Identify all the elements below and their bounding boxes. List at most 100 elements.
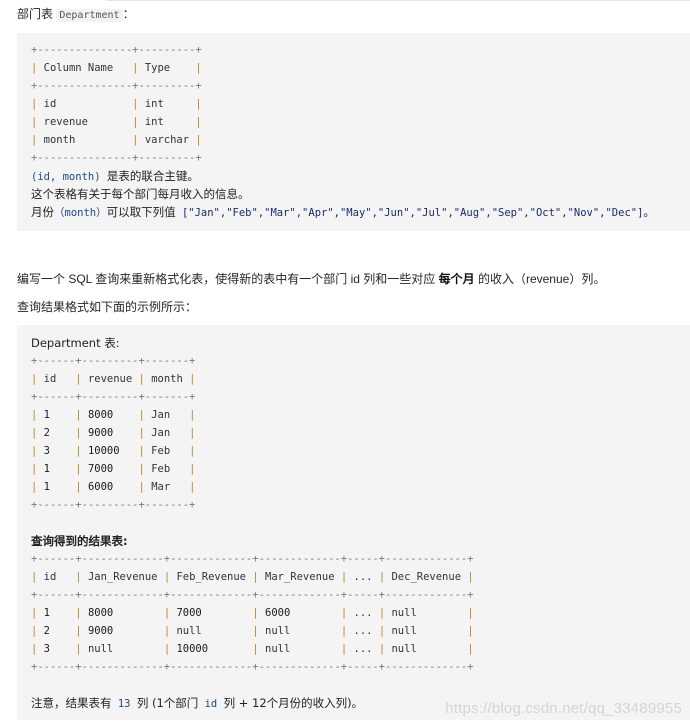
output-row: | 2 | 9000 | null | null | ... | null | — [31, 625, 474, 637]
output-cell: ... — [353, 625, 373, 637]
output-cell: null — [265, 625, 291, 637]
schema-border-bottom: +---------------+---------+ — [31, 152, 202, 164]
input-cell: 3 — [43, 445, 50, 457]
task-text-before: 编写一个 SQL 查询来重新格式化表，使得新的表中有一个部门 id 列和一些对应 — [17, 272, 436, 286]
example-output-title-text: 查询得到的结果表: — [31, 534, 128, 548]
output-cell: null — [87, 643, 114, 655]
input-header-cell: month — [151, 373, 183, 385]
example-code-block: Department 表: +------+---------+-------+… — [17, 325, 690, 720]
column-count-note: 注意，结果表有 13 列 (1个部门 id 列 + 12个月份的收入列)。 — [31, 694, 363, 712]
output-cell: 1 — [43, 607, 50, 619]
output-border-top: +------+-------------+-------------+----… — [31, 553, 474, 565]
input-cell: Jan — [151, 409, 171, 421]
input-cell: 10000 — [87, 445, 120, 457]
schema-header-col2: Type — [144, 62, 171, 74]
output-header-row: | id | Jan_Revenue | Feb_Revenue | Mar_R… — [31, 571, 474, 583]
output-cell: null — [391, 607, 417, 619]
schema-cell: int — [144, 116, 164, 128]
input-cell: 8000 — [87, 409, 114, 421]
input-cell: 1 — [43, 481, 50, 493]
month-end: 。 — [643, 205, 655, 219]
schema-cell: revenue — [43, 116, 88, 128]
input-cell: 1 — [43, 409, 50, 421]
schema-row: | revenue | int | — [31, 116, 202, 128]
table-name-code: Department — [56, 9, 123, 22]
input-row: | 3 | 10000 | Feb | — [31, 445, 196, 457]
output-cell: null — [391, 643, 417, 655]
input-row: | 2 | 9000 | Jan | — [31, 427, 196, 439]
schema-border-mid: +---------------+---------+ — [31, 80, 202, 92]
note-count: 13 — [117, 698, 131, 710]
output-row: | 1 | 8000 | 7000 | 6000 | ... | null | — [31, 607, 474, 619]
top-divider — [106, 0, 690, 1]
month-text: 可以取下列值 — [106, 205, 176, 219]
month-label: 月份 — [31, 205, 54, 219]
input-row: | 1 | 7000 | Feb | — [31, 463, 196, 475]
input-cell: 6000 — [87, 481, 114, 493]
input-row: | 1 | 8000 | Jan | — [31, 409, 196, 421]
output-cell: ... — [353, 643, 373, 655]
output-cell: 7000 — [176, 607, 202, 619]
output-header-cell: Feb_Revenue — [176, 571, 247, 583]
schema-border-top: +---------------+---------+ — [31, 44, 202, 56]
example-input-title-text: Department 表: — [31, 336, 120, 350]
note-id-code: id — [204, 698, 218, 710]
task-text-after: 的收入（revenue）列。 — [477, 272, 606, 286]
schema-header-col1: Column Name — [43, 62, 114, 74]
note-prefix: 注意，结果表有 — [31, 696, 112, 710]
input-cell: 7000 — [87, 463, 114, 475]
input-cell: Jan — [151, 427, 171, 439]
input-cell: Mar — [151, 481, 171, 493]
output-header-cell: ... — [353, 571, 373, 583]
output-cell: ... — [353, 607, 373, 619]
month-code: （month） — [54, 207, 107, 219]
intro-label: 部门表 — [17, 7, 54, 21]
output-cell: 10000 — [176, 643, 209, 655]
task-text-bold: 每个月 — [438, 272, 475, 286]
output-row: | 3 | null | 10000 | null | ... | null | — [31, 643, 474, 655]
output-cell: 9000 — [87, 625, 114, 637]
input-border-top: +------+---------+-------+ — [31, 355, 196, 367]
schema-cell: id — [43, 98, 57, 110]
schema-cell: month — [43, 134, 76, 146]
output-header-cell: id — [43, 571, 57, 583]
input-header-cell: id — [43, 373, 57, 385]
schema-row: | month | varchar | — [31, 134, 202, 146]
output-cell: null — [176, 625, 202, 637]
format-line: 查询结果格式如下面的示例所示： — [17, 300, 198, 314]
input-cell: Feb — [151, 463, 171, 475]
output-header-cell: Mar_Revenue — [265, 571, 335, 583]
input-border-mid: +------+---------+-------+ — [31, 391, 196, 403]
schema-cell: varchar — [144, 134, 190, 146]
output-cell: null — [265, 643, 291, 655]
pk-code: (id, month) — [31, 171, 101, 183]
example-output-title: 查询得到的结果表: — [31, 532, 128, 550]
input-border-bottom: +------+---------+-------+ — [31, 499, 196, 511]
pk-text: 是表的联合主键。 — [106, 169, 199, 183]
note-end: 列 + 12个月份的收入列)。 — [223, 696, 364, 710]
schema-cell: int — [144, 98, 164, 110]
output-border-bottom: +------+-------------+-------------+----… — [31, 661, 474, 673]
intro-suffix: ： — [122, 7, 135, 21]
output-header-cell: Jan_Revenue — [87, 571, 158, 583]
output-cell: null — [391, 625, 417, 637]
output-cell: 2 — [43, 625, 50, 637]
input-header-row: | id | revenue | month | — [31, 373, 196, 385]
intro-line: 部门表 Department： — [17, 6, 135, 24]
note-mid: 列 (1个部门 — [136, 696, 199, 710]
example-input-title: Department 表: — [31, 334, 120, 352]
schema-code-block: +---------------+---------+ | Column Nam… — [17, 33, 690, 231]
input-cell: Feb — [151, 445, 171, 457]
input-row: | 1 | 6000 | Mar | — [31, 481, 196, 493]
month-values: ["Jan","Feb","Mar","Apr","May","Jun","Ju… — [181, 207, 644, 219]
output-header-cell: Dec_Revenue — [391, 571, 462, 583]
schema-row: | id | int | — [31, 98, 202, 110]
task-description: 编写一个 SQL 查询来重新格式化表，使得新的表中有一个部门 id 列和一些对应… — [17, 271, 605, 287]
watermark: https://blog.csdn.net/qq_33489955 — [445, 700, 682, 717]
input-cell: 1 — [43, 463, 50, 475]
output-cell: 3 — [43, 643, 50, 655]
output-cell: 6000 — [265, 607, 291, 619]
input-cell: 9000 — [87, 427, 114, 439]
input-cell: 2 — [43, 427, 50, 439]
table-description: 这个表格有关于每个部门每月收入的信息。 — [31, 187, 250, 201]
